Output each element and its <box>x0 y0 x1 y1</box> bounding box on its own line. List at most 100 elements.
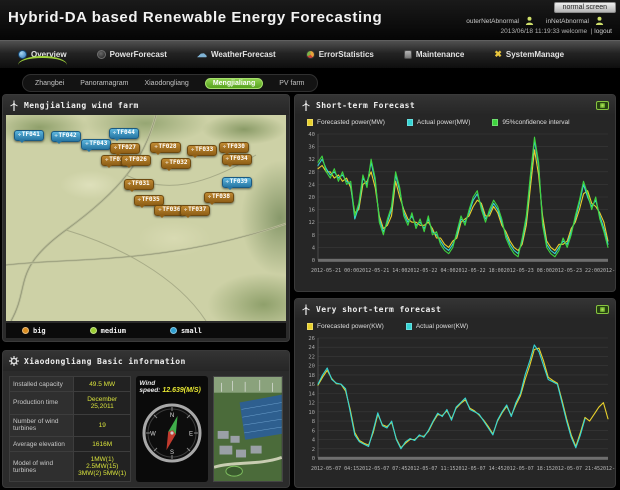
turbine-marker-tf039[interactable]: ✢TF039 <box>222 177 252 188</box>
terrain-map[interactable]: ✢TF041✢TF042✢TF043✢TF044✢TF027✢TF025✢TF0… <box>6 115 286 321</box>
turbine-marker-tf032[interactable]: ✢TF032 <box>161 158 191 169</box>
actual-chip-icon <box>407 119 413 126</box>
x-tick-label: 2012-05-24 12:00 <box>600 268 616 274</box>
page-title: Hybrid-DA based Renewable Energy Forecas… <box>8 9 382 26</box>
row-value: 1MW(1) 2.5MW(15) 3MW(2) 5MW(1) <box>74 452 131 482</box>
nav-label: SystemManage <box>506 50 564 59</box>
farm-photo <box>213 376 283 482</box>
very-short-term-legend: Forecasted power(KW) Actual power(KW) <box>295 319 615 332</box>
turbine-marker-tf038[interactable]: ✢TF038 <box>204 192 234 203</box>
turbine-icon <box>301 100 311 111</box>
wind-speed-value: 12.639(M/S) <box>162 387 201 394</box>
x-tick-label: 2012-05-07 04:15 <box>311 466 359 472</box>
forecast-chip-icon <box>307 323 313 330</box>
legend-label: Actual power(MW) <box>417 119 470 126</box>
legend-label: Forecasted power(KW) <box>317 323 384 330</box>
short-term-forecast-panel: Short-term Forecast Forecasted power(MW)… <box>294 94 616 292</box>
x-tick-label: 2012-05-07 11:15 <box>407 466 455 472</box>
svg-text:4: 4 <box>312 245 316 251</box>
very-short-term-title: Very short-term forecast <box>316 305 441 314</box>
x-tick-label: 2012-05-07 14:45 <box>456 466 504 472</box>
nav-label: ErrorStatistics <box>319 50 374 59</box>
nav-error-statistics[interactable]: ErrorStatistics <box>304 46 376 63</box>
svg-text:18: 18 <box>308 373 315 379</box>
network-status-bar: outerNetAbnormal inNetAbnormal <box>466 16 612 27</box>
gear-icon <box>9 356 19 366</box>
legend-label: small <box>181 327 202 335</box>
turbine-marker-tf043[interactable]: ✢TF043 <box>81 139 111 150</box>
nav-label: Overview <box>31 50 67 59</box>
nav-overview[interactable]: Overview <box>16 46 69 63</box>
table-row: Installed capacity 49.5 MW <box>10 377 131 392</box>
short-term-x-axis: 2012-05-21 00:00 2012-05-21 14:00 2012-0… <box>295 267 615 274</box>
nav-system-manage[interactable]: ✖ SystemManage <box>492 46 566 63</box>
turbine-icon: ✢ <box>208 194 211 200</box>
x-tick-label: 2012-05-23 08:00 <box>504 268 552 274</box>
turbine-marker-tf044[interactable]: ✢TF044 <box>109 128 139 139</box>
turbine-marker-tf041[interactable]: ✢TF041 <box>14 130 44 141</box>
table-row: Model of wind turbines 1MW(1) 2.5MW(15) … <box>10 452 131 482</box>
x-tick-label: 2012-05-23 22:00 <box>552 268 600 274</box>
logout-link[interactable]: logout <box>594 28 612 35</box>
legend-label: 95%confidence interval <box>502 119 569 126</box>
x-tick-label: 2012-05-21 14:00 <box>359 268 407 274</box>
row-value: 49.5 MW <box>74 377 131 392</box>
turbine-marker-tf028[interactable]: ✢TF028 <box>150 142 180 153</box>
x-tick-label: 2012-05-22 18:00 <box>456 268 504 274</box>
very-short-term-x-axis: 2012-05-07 04:15 2012-05-07 07:45 2012-0… <box>295 465 615 472</box>
turbine-marker-tf026[interactable]: ✢TF026 <box>121 155 151 166</box>
svg-text:N: N <box>170 413 174 419</box>
turbine-icon: ✢ <box>18 132 21 138</box>
row-value: 1616M <box>74 437 131 452</box>
turbine-marker-tf033[interactable]: ✢TF033 <box>187 145 217 156</box>
map-panel-header: Mengjialiang wind farm <box>3 95 289 115</box>
inner-net-person-icon <box>595 16 604 27</box>
subtab-zhangbei[interactable]: Zhangbei <box>35 80 64 87</box>
svg-text:8: 8 <box>312 233 315 239</box>
short-term-header: Short-term Forecast <box>295 95 615 115</box>
turbine-marker-tf027[interactable]: ✢TF027 <box>110 143 140 154</box>
expand-icon[interactable] <box>596 101 609 110</box>
turbine-marker-tf031[interactable]: ✢TF031 <box>124 179 154 190</box>
turbine-marker-tf042[interactable]: ✢TF042 <box>51 131 81 142</box>
x-tick-label: 2012-05-07 18:15 <box>504 466 552 472</box>
farm-tabs: Zhangbei Panoramagram Xiaodongliang Meng… <box>22 74 318 92</box>
x-tick-label: 2012-05-07 07:45 <box>359 466 407 472</box>
confidence-chip-icon <box>492 119 498 126</box>
basic-info-table: Installed capacity 49.5 MW Production ti… <box>9 376 131 482</box>
turbine-icon: ✢ <box>226 179 229 185</box>
expand-icon[interactable] <box>596 305 609 314</box>
wind-farm-map-panel: Mengjialiang wind farm ✢TF041✢TF042✢TF04… <box>2 94 290 342</box>
turbine-icon: ✢ <box>125 157 128 163</box>
subtab-xiaodongliang[interactable]: Xiaodongliang <box>144 80 188 87</box>
turbine-icon: ✢ <box>105 157 108 163</box>
nav-maintenance[interactable]: Maintenance <box>402 46 466 63</box>
svg-text:16: 16 <box>308 382 315 388</box>
table-row: Production time December 25,2011 <box>10 392 131 415</box>
normal-screen-button[interactable]: normal screen <box>554 2 616 13</box>
nav-weather-forecast[interactable]: ☁ WeatherForecast <box>195 46 278 63</box>
very-short-term-chart: 02468101214161820222426 <box>301 333 611 465</box>
turbine-marker-tf037[interactable]: ✢TF037 <box>180 205 210 216</box>
session-bar: 2013/06/18 11:19:33 welcome | logout <box>501 28 613 35</box>
svg-text:W: W <box>150 432 156 438</box>
turbine-icon: ✢ <box>154 144 157 150</box>
nav-power-forecast[interactable]: PowerForecast <box>95 46 169 63</box>
x-tick-label: 2012-05-07 21:45 <box>552 466 600 472</box>
map-legend: big medium small <box>6 323 286 338</box>
subtab-pv-farm[interactable]: PV farm <box>279 80 304 87</box>
svg-text:14: 14 <box>308 391 315 397</box>
turbine-icon: ✢ <box>138 197 141 203</box>
svg-text:40: 40 <box>308 132 315 138</box>
turbine-marker-tf034[interactable]: ✢TF034 <box>222 154 252 165</box>
svg-text:22: 22 <box>308 354 315 360</box>
wind-speed-label: Wind speed: <box>139 380 160 394</box>
subtab-mengjialiang[interactable]: Mengjialiang <box>205 78 263 89</box>
globe-icon <box>18 50 27 59</box>
svg-text:24: 24 <box>308 345 315 351</box>
map-panel-title: Mengjialiang wind farm <box>24 101 139 110</box>
subtab-panoramagram[interactable]: Panoramagram <box>80 80 128 87</box>
svg-text:32: 32 <box>308 157 315 163</box>
cloud-icon: ☁ <box>197 50 207 59</box>
turbine-marker-tf030[interactable]: ✢TF030 <box>219 142 249 153</box>
